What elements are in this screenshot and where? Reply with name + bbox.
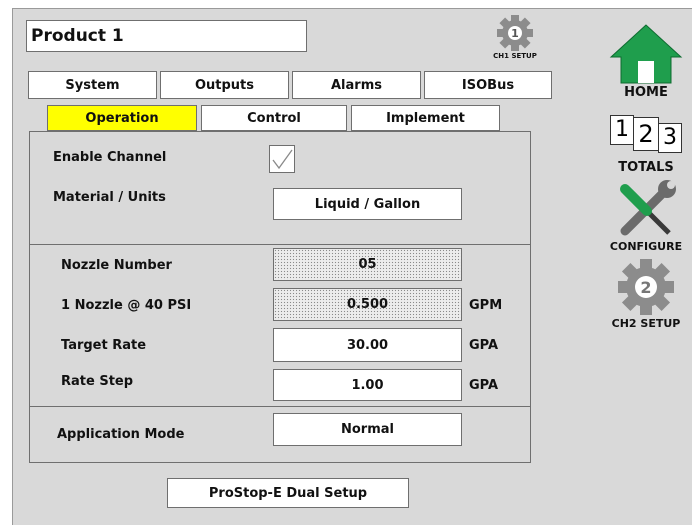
product-title: Product 1 [26,20,307,52]
material-units-label: Material / Units [53,190,166,205]
ch2-setup-button[interactable]: 2 CH2 SETUP [603,255,689,335]
enable-channel-checkbox[interactable] [269,145,295,173]
tab-implement[interactable]: Implement [351,105,500,131]
totals-icon: 1 2 3 [610,111,682,153]
tab-isobus[interactable]: ISOBus [424,71,552,99]
rate-step-label: Rate Step [61,374,134,389]
totals-button[interactable]: 1 2 3 TOTALS [604,109,688,179]
tab-outputs[interactable]: Outputs [160,71,289,99]
ch1-setup-label: CH1 SETUP [493,52,537,60]
rate-step-field[interactable]: 1.00 [273,369,462,401]
application-mode-field[interactable]: Normal [273,413,462,446]
checkmark-icon [272,149,293,170]
target-rate-unit: GPA [469,338,499,353]
tab-control[interactable]: Control [201,105,347,131]
screen: Product 1 1 CH1 SETUP System Outputs Ala… [12,8,692,525]
nozzle-flow-unit: GPM [469,298,503,313]
tab-system[interactable]: System [28,71,157,99]
digit-3: 3 [658,123,682,153]
gear-icon: 1 [497,15,533,51]
target-rate-field[interactable]: 30.00 [273,328,462,362]
svg-text:2: 2 [640,278,651,297]
ch1-setup-button[interactable]: 1 CH1 SETUP [487,12,543,66]
tab-operation[interactable]: Operation [47,105,197,131]
nozzle-flow-label: 1 Nozzle @ 40 PSI [61,298,192,313]
target-rate-label: Target Rate [61,338,147,353]
section-divider [29,406,531,407]
section-divider [29,244,531,245]
nozzle-number-label: Nozzle Number [61,258,172,273]
gear-icon: 2 [618,259,674,315]
tab-alarms[interactable]: Alarms [292,71,421,99]
nozzle-number-field: 05 [273,248,462,281]
nozzle-flow-field: 0.500 [273,288,462,321]
svg-text:1: 1 [511,27,519,40]
home-label: HOME [624,85,668,100]
configure-label: CONFIGURE [609,240,683,253]
digit-2: 2 [633,117,659,151]
home-icon [609,24,683,84]
application-mode-label: Application Mode [57,427,185,442]
ch2-setup-label: CH2 SETUP [611,317,681,330]
enable-channel-label: Enable Channel [53,150,167,165]
material-units-field[interactable]: Liquid / Gallon [273,188,462,220]
wrench-screwdriver-icon [620,180,676,236]
rate-step-unit: GPA [469,378,499,393]
home-button[interactable]: HOME [607,21,685,103]
totals-label: TOTALS [618,160,674,175]
configure-button[interactable]: CONFIGURE [603,179,689,255]
digit-1: 1 [610,115,634,145]
prostop-setup-button[interactable]: ProStop-E Dual Setup [167,478,409,508]
